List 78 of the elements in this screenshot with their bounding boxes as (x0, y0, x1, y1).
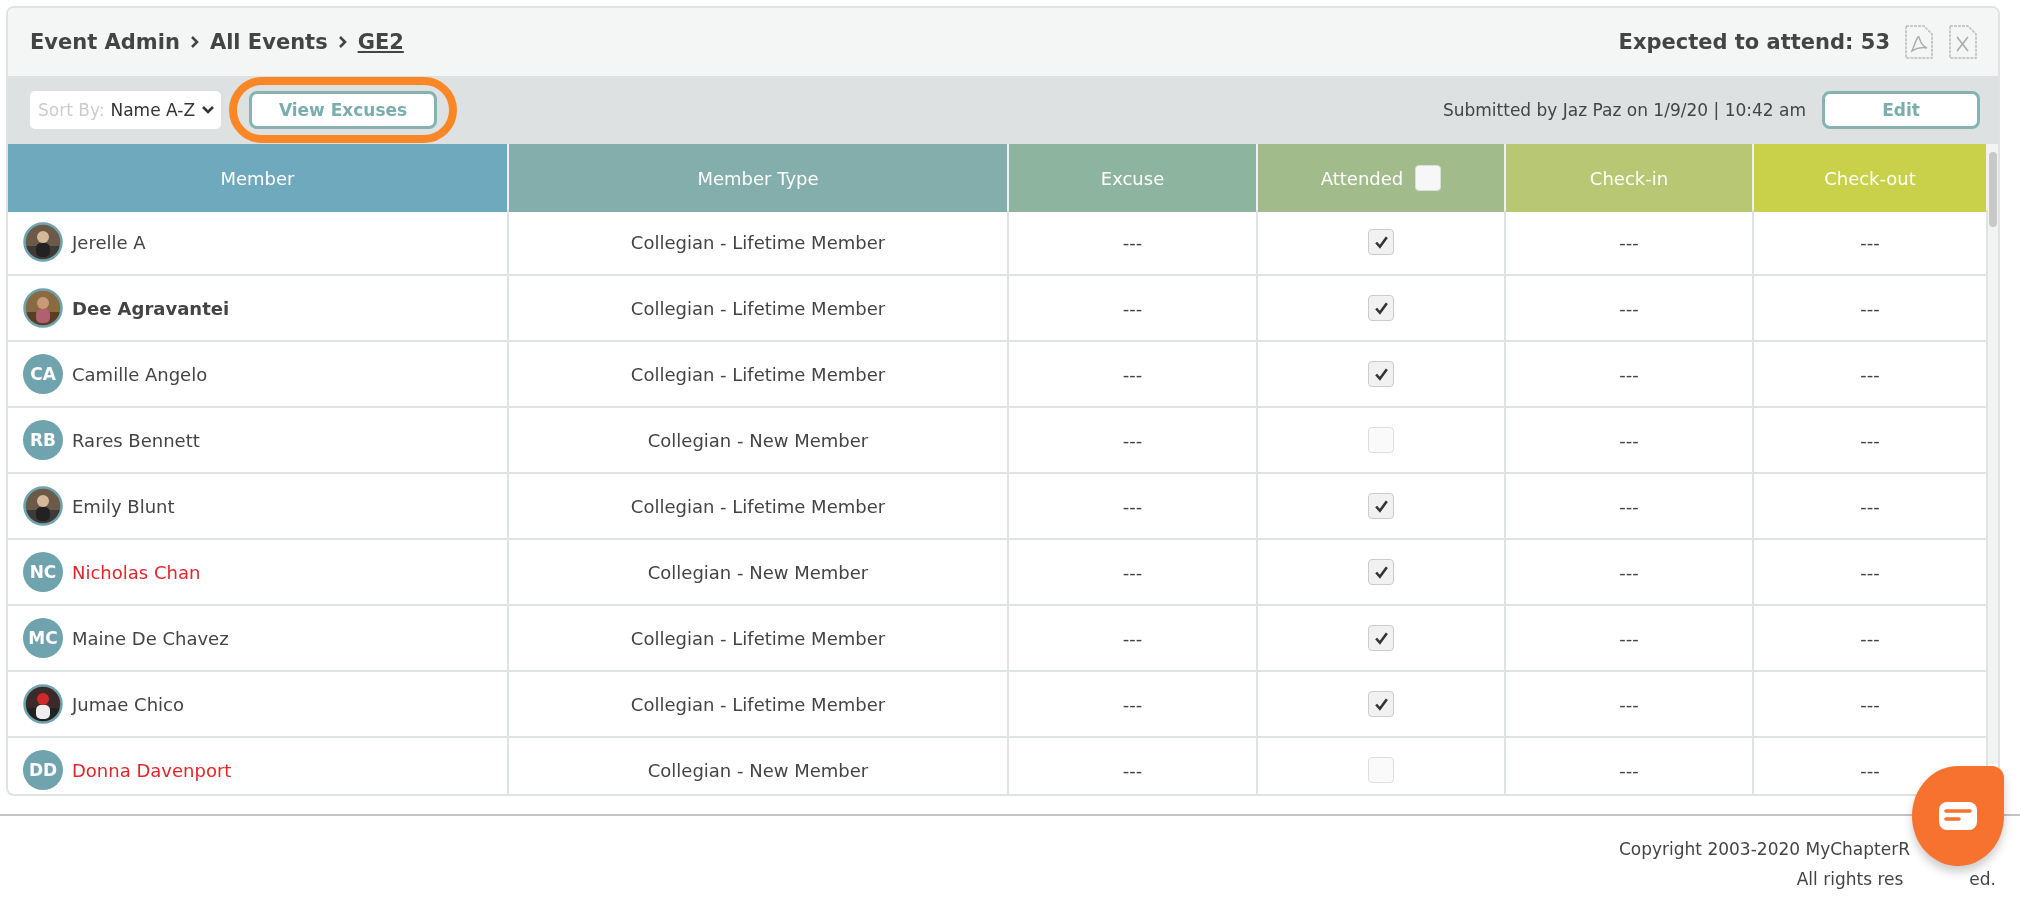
submitted-info: Submitted by Jaz Paz on 1/9/20 | 10:42 am (1442, 100, 1806, 120)
checkbox[interactable] (1368, 691, 1394, 717)
table-cell: --- (1009, 408, 1258, 474)
checkbox[interactable] (1368, 361, 1394, 387)
table-cell: Collegian - New Member (509, 738, 1009, 794)
table-cell: --- (1506, 738, 1754, 794)
member-name: Jerelle A (72, 231, 146, 253)
member-name: Rares Bennett (72, 429, 200, 451)
member-name: Donna Davenport (72, 759, 232, 781)
column-header: Member (8, 144, 509, 212)
breadcrumb-link[interactable]: GE2 (357, 30, 404, 54)
checkmark-icon (1373, 300, 1389, 316)
column-header: Member Type (509, 144, 1009, 212)
member-name: Emily Blunt (72, 495, 175, 517)
chevron-icon (189, 35, 200, 49)
checkmark-icon (1373, 696, 1389, 712)
table-cell: --- (1506, 540, 1754, 606)
checkbox[interactable] (1415, 165, 1442, 191)
table-cell: --- (1506, 210, 1754, 276)
checkmark-icon (1373, 366, 1389, 382)
column-header: Attended (1258, 144, 1506, 212)
table-cell: --- (1009, 606, 1258, 672)
table-cell: Collegian - Lifetime Member (509, 276, 1009, 342)
table-cell: Collegian - Lifetime Member (509, 342, 1009, 408)
checkbox[interactable] (1368, 229, 1394, 255)
checkmark-icon (1373, 564, 1389, 580)
table-cell: --- (1506, 408, 1754, 474)
rights-text: All rights res (1796, 868, 1904, 891)
checkbox[interactable] (1368, 559, 1394, 585)
table-cell: Collegian - Lifetime Member (509, 672, 1009, 738)
member-name: Camille Angelo (72, 363, 208, 385)
checkbox[interactable] (1368, 757, 1394, 783)
table-cell: --- (1506, 474, 1754, 540)
breadcrumb-link[interactable]: All Events (209, 30, 328, 54)
checkmark-icon (1373, 498, 1389, 514)
avatar-initials: DD (23, 750, 63, 790)
chat-button[interactable] (1912, 766, 2004, 866)
table-cell: --- (1506, 342, 1754, 408)
table-cell: Collegian - Lifetime Member (509, 210, 1009, 276)
rights-text: ed. (1969, 868, 1996, 891)
column-header: Check-out (1754, 144, 1988, 212)
checkbox[interactable] (1368, 625, 1394, 651)
checkmark-icon (1373, 234, 1389, 250)
table-cell: --- (1009, 342, 1258, 408)
chat-icon (1938, 801, 1978, 831)
checkmark-icon (1373, 630, 1389, 646)
table-cell: --- (1009, 738, 1258, 794)
table-cell: Collegian - New Member (509, 408, 1009, 474)
table-cell: --- (1009, 210, 1258, 276)
table-cell: Collegian - Lifetime Member (509, 474, 1009, 540)
attendance-count: Expected to attend: 53 (1618, 30, 1890, 54)
column-header: Check-in (1506, 144, 1754, 212)
member-name: Nicholas Chan (72, 561, 201, 583)
table-cell: --- (1009, 540, 1258, 606)
avatar-initials: RB (23, 420, 63, 460)
avatar-initials: NC (23, 552, 63, 592)
column-header: Excuse (1009, 144, 1258, 212)
table-cell: Collegian - Lifetime Member (509, 606, 1009, 672)
table-cell: --- (1009, 474, 1258, 540)
caret-icon (201, 105, 216, 115)
table-cell: --- (1506, 276, 1754, 342)
chevron-icon (337, 35, 348, 49)
copyright-text: Copyright 2003-2020 MyChapterR (1618, 838, 1910, 861)
member-name: Jumae Chico (72, 693, 184, 715)
table-cell: --- (1506, 606, 1754, 672)
checkbox[interactable] (1368, 427, 1394, 453)
member-name: Dee Agravantei (72, 297, 230, 319)
table-cell: --- (1009, 672, 1258, 738)
checkbox[interactable] (1368, 493, 1394, 519)
member-name: Maine De Chavez (72, 627, 229, 649)
checkbox[interactable] (1368, 295, 1394, 321)
avatar-initials: MC (23, 618, 63, 658)
table-cell: --- (1009, 276, 1258, 342)
table-cell: Collegian - New Member (509, 540, 1009, 606)
avatar-initials: CA (23, 354, 63, 394)
scrollbar[interactable] (1988, 144, 1998, 764)
breadcrumb-link[interactable]: Event Admin (30, 30, 180, 54)
table-cell: --- (1506, 672, 1754, 738)
